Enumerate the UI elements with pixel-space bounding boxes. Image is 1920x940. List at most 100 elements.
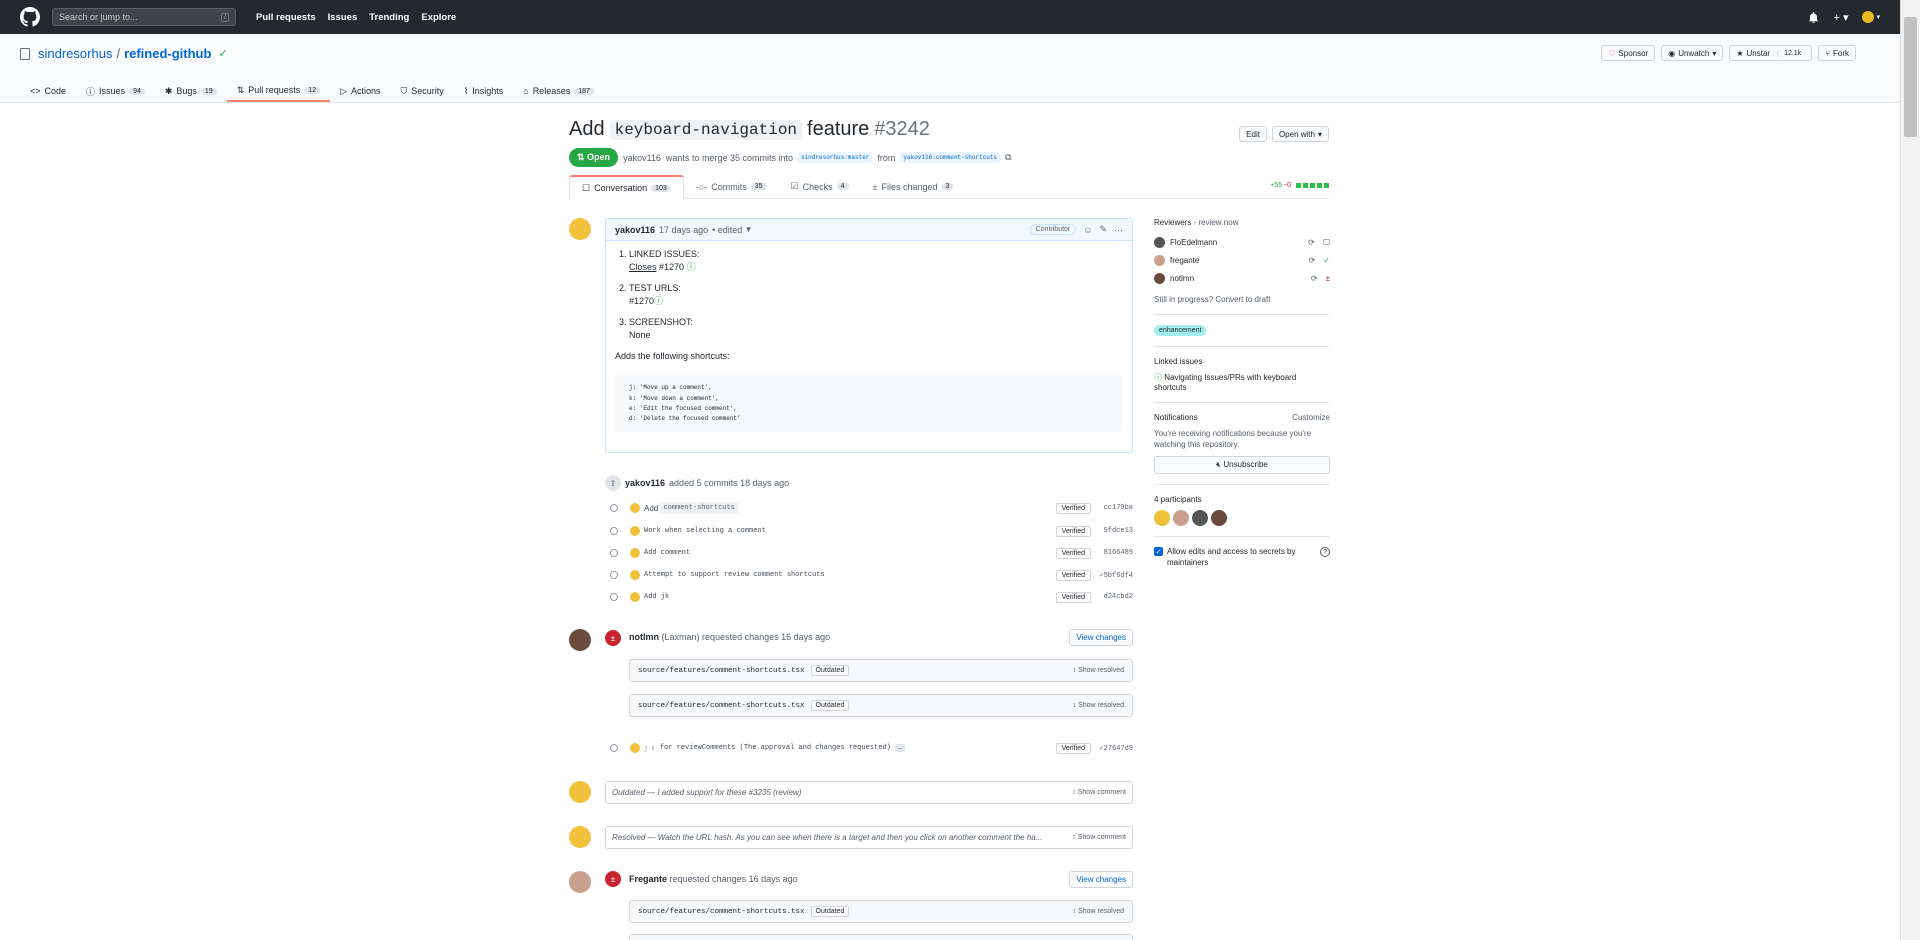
commit-sha[interactable]: d24cbd2 (1091, 593, 1133, 601)
tab-conversation[interactable]: ☐ Conversation 103 (569, 175, 684, 200)
tab-checks[interactable]: ☑ Checks 4 (779, 175, 861, 198)
linked-issue-link[interactable]: Navigating Issues/PRs with keyboard shor… (1154, 373, 1296, 392)
fork-button[interactable]: ⑂ Fork (1818, 45, 1856, 61)
customize-link[interactable]: Customize (1292, 413, 1330, 422)
sponsor-button[interactable]: ♡ Sponsor (1601, 45, 1656, 61)
file-path[interactable]: source/features/comment-shortcuts.tsx (638, 667, 805, 675)
reviewer-link[interactable]: Fregante (629, 874, 667, 884)
avatar[interactable] (1154, 254, 1165, 266)
verified-badge[interactable]: Verified (1055, 547, 1091, 559)
tab-pull-requests[interactable]: ⇅ Pull requests 12 (226, 80, 331, 102)
user-menu[interactable]: ▾ (1862, 11, 1880, 23)
commit-sha[interactable]: ✓5bf6df4 (1091, 571, 1133, 580)
edit-title-button[interactable]: Edit (1239, 126, 1267, 142)
tab-releases[interactable]: ⌂ Releases 187 (513, 80, 604, 102)
plus-dropdown-icon[interactable]: + ▾ (1833, 11, 1848, 24)
nav-explore[interactable]: Explore (421, 12, 456, 23)
avatar[interactable] (630, 503, 640, 513)
caret-down-icon[interactable]: ▾ (746, 224, 751, 235)
commit-message[interactable]: Attempt to support review comment shortc… (644, 571, 825, 579)
tab-bugs[interactable]: ✱ Bugs 19 (155, 80, 227, 102)
commit-sha[interactable]: cc179ba (1091, 504, 1133, 512)
nav-trending[interactable]: Trending (369, 12, 409, 23)
avatar[interactable] (569, 218, 591, 240)
tab-files-changed[interactable]: ± Files changed 3 (861, 175, 966, 198)
kebab-icon[interactable]: ··· (1114, 225, 1123, 235)
tab-security[interactable]: ⛉ Security (391, 80, 454, 102)
avatar[interactable] (569, 629, 591, 651)
tab-code[interactable]: <> Code (20, 80, 76, 102)
bell-icon[interactable] (1808, 11, 1819, 23)
verified-badge[interactable]: Verified (1055, 525, 1091, 537)
show-comment-button[interactable]: ↕ Show comment (1072, 834, 1126, 841)
repo-owner-link[interactable]: sindresorhus (38, 46, 112, 61)
help-icon[interactable]: ? (1320, 547, 1330, 558)
sync-icon[interactable]: ⟳ (1309, 256, 1316, 265)
nav-issues[interactable]: Issues (328, 12, 358, 23)
avatar[interactable] (1154, 510, 1170, 527)
show-resolved-button[interactable]: ↕ Show resolved (1073, 702, 1124, 709)
commit-message[interactable]: Add comment (644, 549, 690, 557)
avatar[interactable] (1154, 272, 1165, 284)
smiley-icon[interactable]: ☺ (1083, 225, 1092, 235)
sync-icon[interactable]: ⟳ (1308, 238, 1315, 247)
avatar[interactable] (630, 548, 640, 558)
head-branch[interactable]: yakov116:comment-shortcuts (900, 152, 1001, 163)
commit-sha[interactable]: 8166489 (1091, 549, 1133, 557)
avatar[interactable] (1192, 510, 1208, 527)
reviewer-name[interactable]: FloEdelmann (1170, 238, 1217, 247)
sync-icon[interactable]: ⟳ (1311, 274, 1318, 283)
comment-edited[interactable]: • edited (712, 225, 742, 235)
file-path[interactable]: source/features/comment-shortcuts.tsx (638, 702, 805, 710)
reviewer-name[interactable]: notlmn (1170, 274, 1194, 283)
github-logo-icon[interactable] (20, 7, 40, 27)
nav-pull-requests[interactable]: Pull requests (256, 12, 316, 23)
tab-insights[interactable]: ⌇ Insights (454, 80, 513, 102)
commit-message[interactable]: Add jk (644, 593, 669, 601)
show-resolved-button[interactable]: ↕ Show resolved (1073, 908, 1124, 915)
show-comment-button[interactable]: ↕ Show comment (1072, 789, 1126, 796)
commit-message[interactable]: for reviewComments (The approval and cha… (660, 744, 891, 752)
avatar[interactable] (569, 781, 591, 803)
avatar[interactable] (1173, 510, 1189, 527)
issue-link[interactable]: #1270 (659, 262, 684, 272)
avatar[interactable] (1211, 510, 1227, 527)
file-path[interactable]: source/features/comment-shortcuts.tsx (638, 908, 805, 916)
tab-commits[interactable]: -○- Commits 35 (684, 175, 779, 198)
event-user[interactable]: yakov116 (625, 478, 665, 488)
avatar[interactable] (630, 743, 640, 753)
reviewer-link[interactable]: notlmn (629, 632, 659, 642)
avatar[interactable] (630, 526, 640, 536)
allow-edits-checkbox[interactable]: ✓ (1154, 547, 1163, 557)
reviewers-title[interactable]: Reviewers (1154, 218, 1191, 227)
reviewer-name[interactable]: fregante (1170, 256, 1199, 265)
commit-message[interactable]: Add (644, 504, 658, 513)
commit-sha[interactable]: ✓27647d9 (1091, 744, 1133, 753)
closes-keyword[interactable]: Closes (629, 262, 657, 272)
pencil-icon[interactable]: ✎ (1099, 224, 1107, 235)
verified-badge[interactable]: Verified (1055, 502, 1091, 514)
avatar[interactable] (630, 592, 640, 602)
issue-link[interactable]: #1270 (629, 296, 654, 306)
comment-author[interactable]: yakov116 (615, 225, 655, 235)
unstar-button[interactable]: ★ Unstar 12.1k (1729, 45, 1813, 61)
expand-ellipsis-button[interactable]: … (894, 744, 906, 752)
verified-badge[interactable]: Verified (1055, 591, 1091, 603)
tab-actions[interactable]: ▷ Actions (330, 80, 390, 102)
author-link[interactable]: yakov116 (623, 153, 661, 163)
view-changes-button[interactable]: View changes (1069, 870, 1133, 888)
label-enhancement[interactable]: enhancement (1154, 325, 1207, 336)
avatar[interactable] (630, 570, 640, 580)
scrollbar-thumb[interactable] (1904, 17, 1917, 137)
search-input[interactable]: Search or jump to... / (52, 8, 236, 26)
repo-name-link[interactable]: refined-github (124, 46, 211, 61)
tab-issues[interactable]: ⓘ Issues 94 (76, 80, 155, 102)
verified-badge[interactable]: Verified (1055, 569, 1091, 581)
copy-icon[interactable]: ⧉ (1005, 152, 1011, 163)
view-changes-button[interactable]: View changes (1069, 628, 1133, 646)
avatar[interactable] (1154, 236, 1165, 248)
open-with-button[interactable]: Open with ▾ (1271, 126, 1329, 142)
commit-message[interactable]: Work when selecting a comment (644, 527, 766, 535)
verified-badge[interactable]: Verified (1055, 742, 1091, 754)
avatar[interactable] (569, 826, 591, 848)
